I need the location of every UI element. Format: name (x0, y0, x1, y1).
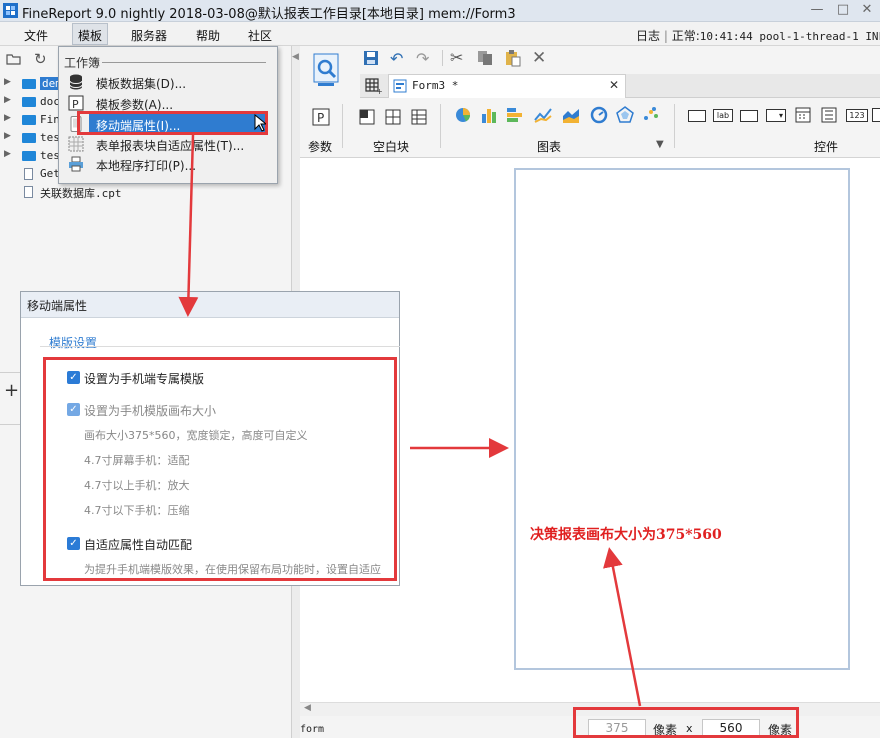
arrow-size-to-note (603, 547, 642, 707)
annotation-arrows (178, 134, 642, 707)
annotation-text: 决策报表画布大小为375*560 (530, 527, 722, 543)
arrow-menu-to-dialog (178, 134, 199, 317)
